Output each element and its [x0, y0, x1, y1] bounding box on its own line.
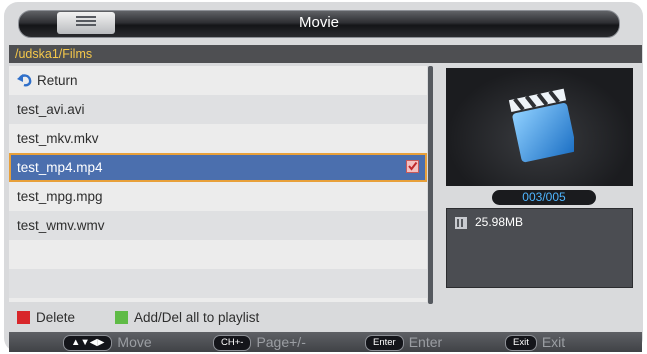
green-key-icon — [115, 311, 128, 324]
list-item-label: test_mkv.mkv — [17, 131, 99, 146]
enter-key-icon: Enter — [365, 335, 404, 351]
list-item-label: test_mpg.mpg — [17, 189, 103, 204]
title-bar: Movie — [18, 10, 620, 38]
file-counter: 003/005 — [492, 190, 596, 205]
list-item[interactable]: test_mkv.mkv — [9, 124, 427, 153]
list-item-label: test_wmv.wmv — [17, 218, 105, 233]
file-size: 25.98MB — [475, 215, 524, 229]
exit-key-icon: Exit — [505, 335, 537, 351]
arrow-keys-icon: ▲▼◀▶ — [63, 335, 113, 351]
channel-key-icon: CH+- — [213, 335, 252, 351]
return-icon — [17, 74, 32, 87]
list-item-label: test_mp4.mp4 — [17, 160, 103, 175]
file-info-panel: 25.98MB — [446, 208, 633, 288]
list-item-empty — [9, 269, 427, 298]
list-item[interactable]: test_wmv.wmv — [9, 211, 427, 240]
legend-playlist: Add/Del all to playlist — [115, 306, 259, 330]
hint-move: ▲▼◀▶ Move — [63, 332, 152, 352]
hint-page: CH+- Page+/- — [213, 332, 306, 352]
list-item[interactable]: test_avi.avi — [9, 95, 427, 124]
list-item-label: Return — [37, 73, 78, 88]
clapperboard-icon — [508, 88, 574, 163]
list-item-empty — [9, 240, 427, 269]
hint-exit: Exit Exit — [505, 332, 565, 352]
scrollbar[interactable] — [428, 66, 433, 304]
legend-delete: Delete — [17, 306, 75, 330]
preview-panel — [446, 68, 633, 186]
list-item[interactable]: test_mpg.mpg — [9, 182, 427, 211]
file-list: Return test_avi.avi test_mkv.mkv test_mp… — [9, 66, 427, 302]
hint-enter: Enter Enter — [365, 332, 442, 352]
breadcrumb: /udska1/Films — [9, 45, 642, 63]
list-item-selected[interactable]: test_mp4.mp4 — [9, 153, 427, 182]
page-title: Movie — [298, 14, 339, 31]
file-info-icon — [455, 217, 467, 229]
color-key-legend: Delete Add/Del all to playlist — [9, 306, 642, 330]
red-key-icon — [17, 311, 30, 324]
key-hint-bar: ▲▼◀▶ Move CH+- Page+/- Enter Enter Exit Exit — [9, 332, 642, 352]
list-item-return[interactable]: Return — [9, 66, 427, 95]
list-item-label: test_avi.avi — [17, 102, 85, 117]
playlist-check-icon[interactable] — [406, 160, 419, 173]
